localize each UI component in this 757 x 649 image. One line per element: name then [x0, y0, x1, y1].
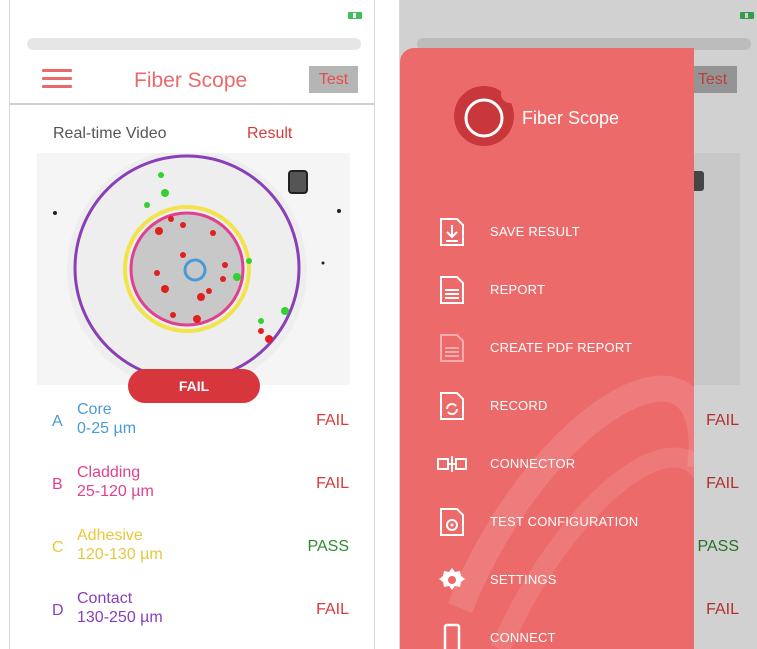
- result-screen: Fiber Scope Test Real-time Video Result: [9, 0, 375, 649]
- zone-name: Cladding: [77, 464, 141, 481]
- menu-item-create-pdf-report[interactable]: CREATE PDF REPORT: [436, 328, 692, 368]
- menu-item-connector[interactable]: CONNECTOR: [436, 444, 692, 484]
- zone-status: PASS: [307, 538, 350, 555]
- fiber-end-face-image: [37, 153, 350, 385]
- zone-range: 25-120 µm: [77, 483, 154, 500]
- zone-name: Core: [77, 401, 112, 418]
- status-strip: [27, 38, 361, 50]
- navigation-drawer: Fiber Scope SAVE RESULT REPORT CREATE PD…: [400, 48, 694, 649]
- zone-range: 0-25 µm: [77, 420, 137, 437]
- test-configuration-icon: [440, 508, 464, 536]
- battery-icon: [348, 12, 362, 19]
- zone-status: FAIL: [316, 601, 349, 618]
- gear-icon: [439, 568, 465, 590]
- menu-item-test-configuration[interactable]: TEST CONFIGURATION: [436, 502, 692, 542]
- report-icon: [440, 276, 464, 304]
- zone-row-cladding: B Cladding 25-120 µm FAIL: [10, 464, 374, 514]
- zone-row-core: A Core 0-25 µm FAIL: [10, 401, 374, 451]
- zone-range: 130-250 µm: [77, 609, 163, 626]
- zone-range: 120-130 µm: [77, 546, 163, 563]
- test-button[interactable]: Test: [309, 66, 358, 93]
- menu-screen: Test FAIL FAIL PASS FAIL Fiber Scope SAV…: [399, 0, 757, 649]
- menu-item-label: TEST CONFIGURATION: [490, 514, 639, 529]
- app-title: Fiber Scope: [134, 69, 248, 92]
- menu-item-settings[interactable]: SETTINGS: [436, 560, 692, 600]
- zone-name: Contact: [77, 590, 133, 607]
- tab-real-time-video[interactable]: Real-time Video: [53, 125, 167, 143]
- menu-item-label: RECORD: [490, 398, 548, 413]
- zone-letter: A: [52, 413, 63, 430]
- connector-icon: [437, 456, 467, 472]
- tab-result[interactable]: Result: [247, 125, 292, 143]
- overall-status-badge: FAIL: [128, 369, 260, 403]
- menu-item-label: CREATE PDF REPORT: [490, 340, 633, 355]
- menu-item-connect[interactable]: CONNECT: [436, 618, 692, 649]
- menu-item-label: SAVE RESULT: [490, 224, 580, 239]
- menu-item-label: SETTINGS: [490, 572, 557, 587]
- pdf-report-icon: [440, 334, 464, 362]
- save-icon: [440, 218, 464, 246]
- drawer-title: Fiber Scope: [522, 108, 620, 128]
- zone-status: FAIL: [316, 475, 349, 492]
- menu-item-label: REPORT: [490, 282, 546, 297]
- zone-letter: B: [52, 476, 63, 493]
- zone-status: FAIL: [316, 412, 349, 429]
- menu-item-report[interactable]: REPORT: [436, 270, 692, 310]
- record-icon: [440, 392, 464, 420]
- phone-icon: [443, 623, 461, 649]
- zone-row-adhesive: C Adhesive 120-130 µm PASS: [10, 527, 374, 577]
- menu-item-record[interactable]: RECORD: [436, 386, 692, 426]
- menu-item-save-result[interactable]: SAVE RESULT: [436, 212, 692, 252]
- app-header: Fiber Scope Test: [10, 50, 374, 105]
- menu-icon[interactable]: [42, 69, 72, 89]
- menu-item-label: CONNECT: [490, 630, 556, 645]
- zone-letter: C: [52, 539, 64, 556]
- menu-item-label: CONNECTOR: [490, 456, 576, 471]
- app-logo-icon: [450, 84, 522, 153]
- zone-row-contact: D Contact 130-250 µm FAIL: [10, 590, 374, 640]
- zone-letter: D: [52, 602, 64, 619]
- zone-name: Adhesive: [77, 527, 143, 544]
